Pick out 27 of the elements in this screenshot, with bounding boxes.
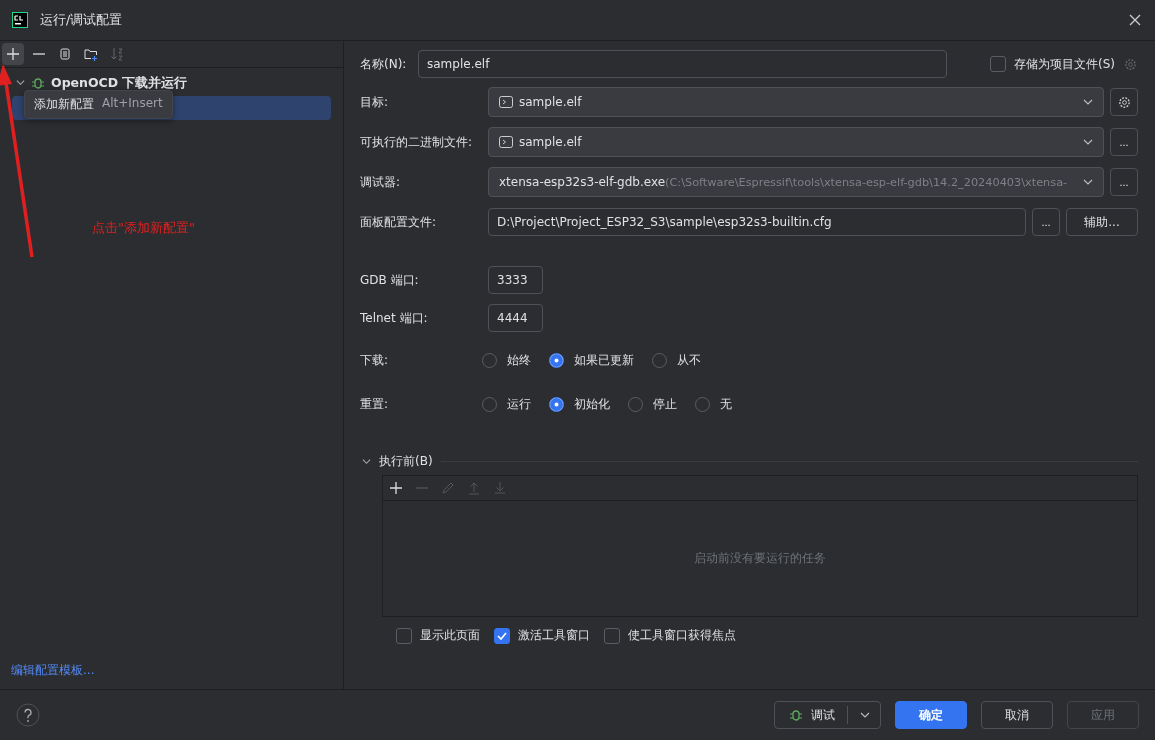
field-label: 调试器: (360, 173, 402, 191)
shortcut-label: Alt+Insert (102, 96, 163, 112)
field-label: 下载: (360, 351, 390, 369)
checkbox-label: 存储为项目文件(S) (1014, 55, 1115, 73)
annotation-text: 点击"添加新配置" (92, 219, 195, 237)
radio-label: 从不 (677, 351, 701, 369)
radio-label: 如果已更新 (574, 351, 634, 369)
tooltip-label: 添加新配置 (34, 96, 94, 113)
checkbox-label: 激活工具窗口 (518, 627, 590, 644)
window-title: 运行/调试配置 (40, 11, 124, 29)
field-label: GDB 端口: (360, 271, 420, 289)
radio-label: 始终 (507, 351, 531, 369)
button-label: 调试 (811, 706, 835, 724)
field-label: 重置: (360, 395, 390, 413)
field-label: 可执行的二进制文件: (360, 133, 474, 151)
radio-label: 运行 (507, 395, 531, 413)
field-label: Telnet 端口: (360, 309, 429, 327)
empty-message: 启动前没有要运行的任务 (694, 550, 826, 567)
field-label: 目标: (360, 93, 390, 111)
field-label: 名称(N): (360, 55, 408, 73)
checkbox-label: 显示此页面 (420, 627, 480, 644)
radio-label: 初始化 (574, 395, 610, 413)
radio-label: 停止 (653, 395, 677, 413)
field-label: 面板配置文件: (360, 213, 438, 231)
section-title: 执行前(B) (379, 452, 433, 470)
checkbox-label: 使工具窗口获得焦点 (628, 627, 736, 644)
radio-label: 无 (720, 395, 732, 413)
